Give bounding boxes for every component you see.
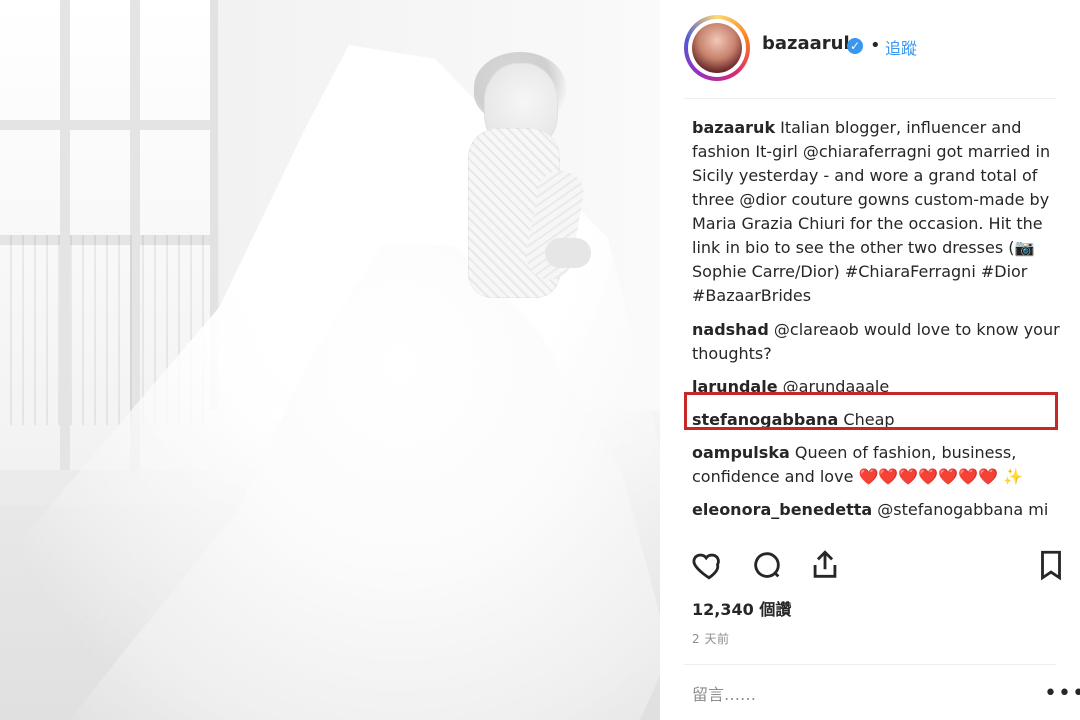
comment-highlight-box — [684, 392, 1058, 430]
post-actions — [660, 540, 1080, 600]
post-header: bazaaruk ✓ • 追蹤 — [660, 0, 1080, 98]
avatar-border — [688, 19, 746, 77]
comment-username[interactable]: nadshad — [692, 320, 769, 339]
avatar-image — [692, 23, 742, 73]
header-separator-dot: • — [870, 35, 881, 56]
window-frame-horizontal — [0, 120, 210, 130]
share-icon — [808, 548, 842, 586]
instagram-post-screenshot: bazaaruk ✓ • 追蹤 bazaaruk Italian blogger… — [0, 0, 1080, 720]
avatar[interactable] — [684, 15, 750, 81]
bride-hands — [545, 238, 591, 268]
caption-username[interactable]: bazaaruk — [692, 118, 775, 137]
share-button[interactable] — [806, 548, 844, 586]
follow-button[interactable]: 追蹤 — [885, 35, 917, 59]
caption: bazaaruk Italian blogger, influencer and… — [692, 116, 1072, 308]
post-username[interactable]: bazaaruk — [762, 33, 855, 54]
comments-list: bazaaruk Italian blogger, influencer and… — [692, 116, 1072, 536]
comment-button[interactable] — [748, 548, 786, 586]
comment-item: nadshad @clareaob would love to know you… — [692, 318, 1072, 366]
save-button[interactable] — [1032, 548, 1070, 586]
like-button[interactable] — [690, 548, 728, 586]
comment-item: oampulska Queen of fashion, business, co… — [692, 441, 1072, 489]
comment-item-truncated: eleonora_benedetta @stefanogabbana mi — [692, 498, 1072, 522]
bookmark-icon — [1034, 548, 1068, 586]
comment-icon — [750, 548, 784, 586]
comment-username[interactable]: oampulska — [692, 443, 790, 462]
post-side-panel: bazaaruk ✓ • 追蹤 bazaaruk Italian blogger… — [660, 0, 1080, 720]
caption-text: Italian blogger, influencer and fashion … — [692, 118, 1051, 305]
post-time: 2 天前 — [692, 632, 730, 646]
more-options-button[interactable]: ••• — [1044, 681, 1080, 706]
post-photo — [0, 0, 660, 720]
comment-text: @stefanogabbana mi — [877, 500, 1049, 519]
header-divider — [684, 98, 1056, 99]
add-comment-input[interactable]: 留言…… — [692, 681, 756, 705]
likes-count[interactable]: 12,340 個讚 — [692, 596, 791, 620]
heart-icon — [692, 548, 726, 586]
verified-badge-icon: ✓ — [847, 38, 863, 54]
comment-username[interactable]: eleonora_benedetta — [692, 500, 872, 519]
input-divider — [684, 664, 1056, 665]
